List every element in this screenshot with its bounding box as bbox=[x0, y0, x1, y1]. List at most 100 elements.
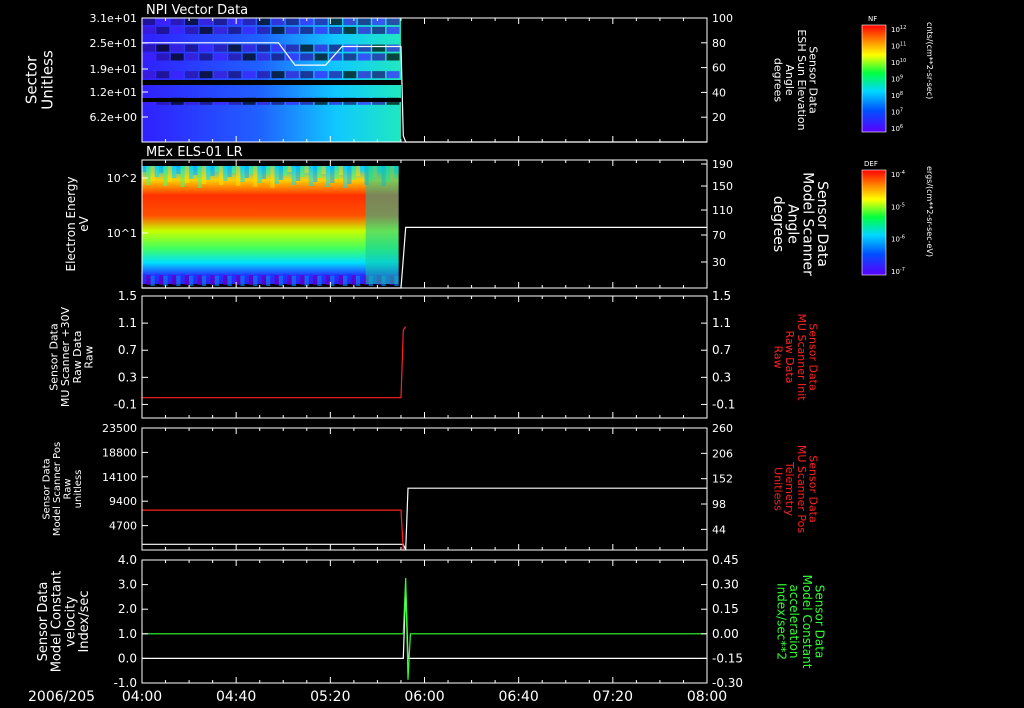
heatmap-cell bbox=[236, 166, 241, 186]
heatmap-cell bbox=[372, 44, 386, 52]
heatmap-cell bbox=[321, 166, 326, 174]
heatmap-cell bbox=[213, 44, 227, 52]
heatmap-cell bbox=[372, 71, 386, 79]
y-tick-label: 2.0 bbox=[118, 602, 137, 616]
heatmap-cell bbox=[185, 53, 199, 61]
heatmap-cell bbox=[317, 166, 322, 178]
heatmap-cell bbox=[228, 71, 242, 79]
time-tick-label: 04:40 bbox=[216, 689, 256, 705]
heatmap-cell bbox=[386, 44, 400, 52]
heatmap-cell bbox=[159, 166, 164, 173]
time-tick-label: 04:00 bbox=[122, 689, 162, 705]
heatmap-cell bbox=[372, 53, 386, 61]
heatmap-cell bbox=[201, 276, 207, 286]
heatmap-cell bbox=[266, 166, 271, 175]
heatmap-cell bbox=[271, 18, 285, 26]
series-line bbox=[142, 584, 707, 660]
y2-tick-label: 0.45 bbox=[712, 553, 739, 567]
heatmap-cell bbox=[142, 26, 155, 34]
y2-tick-label: 60 bbox=[712, 62, 726, 75]
heatmap-cell bbox=[355, 166, 361, 176]
heatmap-cell bbox=[210, 166, 215, 176]
heatmap-cell bbox=[343, 276, 348, 286]
heatmap-cell bbox=[218, 166, 224, 185]
heatmap-cell bbox=[248, 166, 254, 174]
heatmap-cell bbox=[325, 166, 331, 187]
heatmap-cell bbox=[257, 71, 271, 79]
heatmap-cell bbox=[150, 166, 155, 181]
y-tick-label: 6.2e+00 bbox=[90, 111, 137, 124]
y2-tick-label: 98 bbox=[712, 498, 726, 511]
heatmap-cell bbox=[242, 44, 256, 52]
panel-frame bbox=[141, 295, 708, 419]
heatmap-cell bbox=[308, 166, 314, 186]
y2-tick-label: 0.15 bbox=[712, 602, 739, 616]
panel-scanner-init: 1.51.10.70.3-0.11.51.10.70.3-0.1Sensor D… bbox=[48, 289, 819, 419]
y-tick-label: 14100 bbox=[102, 471, 137, 484]
panels: 3.1e+01 2.5e+01 1.9e+01 1.2e+01 6.2e+00 100 80… bbox=[23, 3, 830, 690]
heatmap-cell bbox=[231, 166, 237, 173]
y-tick-label: 0.0 bbox=[118, 651, 137, 665]
heatmap-cell bbox=[156, 44, 170, 52]
heatmap-cell bbox=[223, 275, 228, 285]
heatmap-cell bbox=[343, 18, 357, 26]
heatmap-cell bbox=[189, 276, 194, 286]
heatmap-cell bbox=[274, 275, 279, 285]
y-tick-label: 3.1e+01 bbox=[90, 12, 137, 25]
time-tick-label: 06:00 bbox=[404, 689, 444, 705]
heatmap-cell bbox=[244, 274, 249, 284]
heatmap-cell bbox=[308, 274, 314, 284]
time-axis-labels: 04:00 04:40 05:20 06:00 06:40 07:20 08:00 bbox=[122, 689, 727, 705]
heatmap-cell bbox=[291, 276, 296, 286]
heatmap-cell bbox=[214, 166, 219, 172]
heatmap-cell bbox=[242, 18, 256, 26]
y2-tick-label: 110 bbox=[712, 204, 733, 217]
heatmap-cell bbox=[325, 275, 331, 285]
date-label: 2006/205 bbox=[28, 689, 95, 705]
heatmap-cell bbox=[218, 274, 224, 284]
y-tick-label: 1.0 bbox=[118, 627, 137, 641]
heatmap-cell bbox=[300, 26, 314, 34]
heatmap-cell bbox=[248, 275, 254, 285]
y2-tick-label: -0.30 bbox=[712, 676, 743, 690]
y2-tick-label: 100 bbox=[712, 12, 733, 25]
heatmap-cell bbox=[185, 26, 199, 34]
heatmap-cell bbox=[189, 166, 194, 179]
heatmap-cell bbox=[285, 26, 299, 34]
y-axis-label: Model Scanner Pos bbox=[52, 442, 63, 536]
heatmap-cell bbox=[285, 18, 299, 26]
heatmap-cell bbox=[228, 53, 242, 61]
y2-tick-label: 30 bbox=[712, 256, 726, 269]
colorbar-nf-scale bbox=[862, 25, 886, 132]
y2-tick-label: 20 bbox=[712, 111, 726, 124]
y-tick-label: 1.5 bbox=[118, 289, 137, 303]
heatmap-cell bbox=[213, 26, 227, 34]
heatmap-cell bbox=[163, 166, 168, 186]
time-tick-label: 06:40 bbox=[498, 689, 538, 705]
heatmap-cell bbox=[314, 71, 328, 79]
y2-axis-label: Unitless bbox=[772, 467, 785, 511]
heatmap-cell bbox=[321, 274, 326, 284]
heatmap-cell bbox=[329, 18, 342, 26]
heatmap-cell bbox=[167, 166, 172, 182]
y2-tick-label: 206 bbox=[712, 447, 733, 460]
heatmap-cell bbox=[313, 166, 318, 182]
colorbar-def-ticks: 10-4 10-5 10-6 10-7 bbox=[891, 170, 905, 276]
heatmap-cell bbox=[180, 274, 185, 284]
heatmap-cell bbox=[285, 44, 299, 52]
colorbar-tick-label: 1010 bbox=[891, 58, 906, 67]
heatmap-cell bbox=[386, 26, 400, 34]
heatmap-cell bbox=[300, 53, 314, 61]
heatmap-cell bbox=[266, 276, 271, 286]
heatmap-cell bbox=[227, 276, 232, 286]
panel-frame bbox=[141, 559, 708, 684]
heatmap-cell bbox=[170, 26, 184, 34]
y-axis-label: unitless bbox=[73, 470, 84, 509]
heatmap-cell bbox=[227, 166, 232, 177]
series-line bbox=[142, 326, 407, 399]
heatmap-cell bbox=[253, 276, 258, 286]
heatmap-cell bbox=[343, 166, 348, 188]
colorbar-nf-ticks: 1012 1011 1010 109 108 107 106 bbox=[891, 25, 906, 133]
y2-tick-label: 44 bbox=[712, 523, 726, 536]
y2-tick-label: 152 bbox=[712, 473, 733, 486]
